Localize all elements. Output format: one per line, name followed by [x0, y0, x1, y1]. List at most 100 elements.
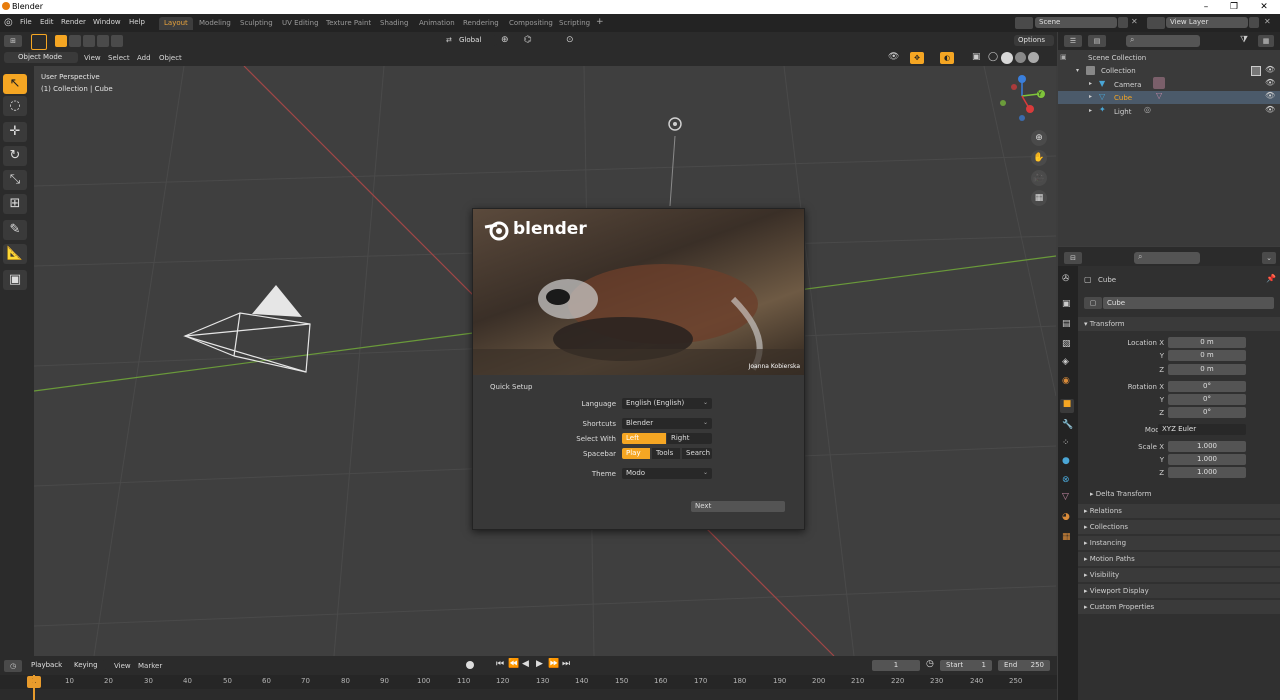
modifier-tab-icon[interactable]: 🔧	[1062, 420, 1073, 430]
solid-shading-icon[interactable]	[1001, 52, 1013, 64]
timeline-view-menu[interactable]: View	[114, 662, 131, 670]
particles-tab-icon[interactable]: ⁘	[1062, 438, 1070, 448]
expand-arrow-icon[interactable]: ▸	[1089, 80, 1092, 87]
menu-edit[interactable]: Edit	[40, 18, 54, 26]
move-tool-icon[interactable]: ✛	[3, 122, 27, 142]
render-tab-icon[interactable]: ▣	[1062, 299, 1071, 309]
pan-hand-icon[interactable]: ✋	[1031, 150, 1047, 166]
properties-options-icon[interactable]: ⌄	[1262, 252, 1276, 264]
select-right-button[interactable]: Right	[667, 433, 712, 444]
mode-invert-icon[interactable]	[97, 35, 109, 47]
expand-arrow-icon[interactable]: ▾	[1076, 67, 1079, 74]
delta-transform-header[interactable]: ▸ Delta Transform	[1090, 490, 1151, 498]
zoom-icon[interactable]: ⊕	[1031, 130, 1047, 146]
properties-search-input[interactable]: ⌕	[1134, 252, 1200, 264]
tab-rendering[interactable]: Rendering	[458, 17, 504, 30]
prev-keyframe-icon[interactable]: ⏪	[508, 659, 519, 669]
wireframe-shading-icon[interactable]: ◯	[988, 52, 998, 62]
mode-new-icon[interactable]	[55, 35, 67, 47]
rotation-x-field[interactable]: 0°	[1168, 381, 1246, 392]
output-tab-icon[interactable]: ▤	[1062, 319, 1071, 329]
cursor-tool-icon[interactable]: ◌	[3, 96, 27, 116]
pin-icon[interactable]: 📌	[1266, 274, 1276, 283]
viewport-display-panel-header[interactable]: ▸ Viewport Display	[1078, 584, 1280, 598]
play-reverse-icon[interactable]: ◀	[522, 659, 529, 669]
perspective-toggle-icon[interactable]: ▦	[1031, 190, 1047, 206]
custom-properties-panel-header[interactable]: ▸ Custom Properties	[1078, 600, 1280, 614]
scale-x-field[interactable]: 1.000	[1168, 441, 1246, 452]
blender-menu-icon[interactable]: ◎	[4, 17, 13, 28]
menu-render[interactable]: Render	[61, 18, 86, 26]
visibility-eye-icon[interactable]: 👁	[1265, 78, 1275, 87]
spacebar-search-button[interactable]: Search	[682, 448, 712, 459]
visibility-icon[interactable]: 👁	[888, 52, 899, 62]
tab-scripting[interactable]: Scripting	[554, 17, 595, 30]
rotation-mode-dropdown[interactable]: XYZ Euler	[1158, 424, 1246, 435]
tool-tab-icon[interactable]: ✇	[1062, 274, 1070, 284]
new-view-layer-icon[interactable]	[1249, 17, 1259, 28]
playback-menu[interactable]: Playback	[27, 660, 69, 671]
spacebar-tools-button[interactable]: Tools	[652, 448, 680, 459]
texture-tab-icon[interactable]: ▦	[1062, 532, 1071, 542]
pivot-icon[interactable]: ⊕	[501, 35, 509, 45]
view-layer-field[interactable]: View Layer	[1166, 17, 1248, 28]
shortcuts-dropdown[interactable]: Blender	[622, 418, 712, 429]
close-button[interactable]: ✕	[1250, 1, 1278, 13]
maximize-button[interactable]: ❐	[1220, 1, 1248, 13]
tab-compositing[interactable]: Compositing	[504, 17, 558, 30]
remove-view-layer-icon[interactable]: ✕	[1264, 17, 1271, 26]
material-tab-icon[interactable]: ◕	[1062, 512, 1070, 522]
jump-end-icon[interactable]: ⏭	[562, 659, 570, 669]
mode-extend-icon[interactable]	[69, 35, 81, 47]
menu-window[interactable]: Window	[93, 18, 121, 26]
new-scene-icon[interactable]	[1118, 17, 1128, 28]
clock-icon[interactable]: ◷	[926, 659, 934, 669]
location-y-field[interactable]: 0 m	[1168, 350, 1246, 361]
mode-dropdown[interactable]: Object Mode	[4, 52, 78, 63]
scale-tool-icon[interactable]: ⤡	[3, 170, 27, 190]
visibility-eye-icon[interactable]: 👁	[1265, 91, 1275, 100]
timeline-editor-type-icon[interactable]: ◷	[4, 660, 22, 672]
exclude-checkbox[interactable]	[1251, 66, 1261, 76]
expand-arrow-icon[interactable]: ▸	[1089, 93, 1092, 100]
properties-editor-type-icon[interactable]: ⊟	[1064, 252, 1082, 264]
menu-select[interactable]: Select	[108, 54, 130, 62]
visibility-eye-icon[interactable]: 👁	[1265, 105, 1275, 114]
object-name-field[interactable]: Cube	[1103, 297, 1274, 309]
add-workspace-button[interactable]: +	[596, 17, 604, 27]
proportional-edit-icon[interactable]: ⊙	[566, 35, 574, 45]
annotate-tool-icon[interactable]: ✎	[3, 220, 27, 240]
view-layer-tab-icon[interactable]: ▧	[1062, 339, 1071, 349]
menu-view[interactable]: View	[84, 54, 101, 62]
options-dropdown[interactable]: Options	[1014, 35, 1054, 46]
view-layer-icon[interactable]	[1147, 17, 1165, 29]
rotation-z-field[interactable]: 0°	[1168, 407, 1246, 418]
tab-uv-editing[interactable]: UV Editing	[277, 17, 324, 30]
theme-dropdown[interactable]: Modo	[622, 468, 712, 479]
next-keyframe-icon[interactable]: ⏩	[548, 659, 559, 669]
relations-panel-header[interactable]: ▸ Relations	[1078, 504, 1280, 518]
menu-object[interactable]: Object	[159, 54, 182, 62]
rotate-tool-icon[interactable]: ↻	[3, 146, 27, 166]
scene-tab-icon[interactable]: ◈	[1062, 357, 1069, 367]
transform-panel-header[interactable]: ▾ Transform	[1078, 317, 1280, 331]
transform-tool-icon[interactable]: ⊞	[3, 194, 27, 214]
motion-paths-panel-header[interactable]: ▸ Motion Paths	[1078, 552, 1280, 566]
menu-help[interactable]: Help	[129, 18, 145, 26]
spacebar-play-button[interactable]: Play	[622, 448, 650, 459]
mode-subtract-icon[interactable]	[83, 35, 95, 47]
outliner-item-camera[interactable]: Camera	[1114, 81, 1141, 89]
outliner-editor-type-icon[interactable]: ☰	[1064, 35, 1082, 47]
location-z-field[interactable]: 0 m	[1168, 364, 1246, 375]
rotation-y-field[interactable]: 0°	[1168, 394, 1246, 405]
scale-y-field[interactable]: 1.000	[1168, 454, 1246, 465]
record-icon[interactable]	[466, 661, 474, 669]
orientation-dropdown[interactable]: Global	[455, 35, 497, 46]
remove-scene-icon[interactable]: ✕	[1131, 17, 1138, 26]
menu-file[interactable]: File	[20, 18, 32, 26]
end-frame-field[interactable]: End 250	[998, 660, 1050, 671]
world-tab-icon[interactable]: ◉	[1062, 376, 1070, 386]
physics-tab-icon[interactable]: ●	[1062, 456, 1070, 466]
timeline-marker-menu[interactable]: Marker	[138, 662, 162, 670]
measure-tool-icon[interactable]: 📐	[3, 244, 27, 264]
